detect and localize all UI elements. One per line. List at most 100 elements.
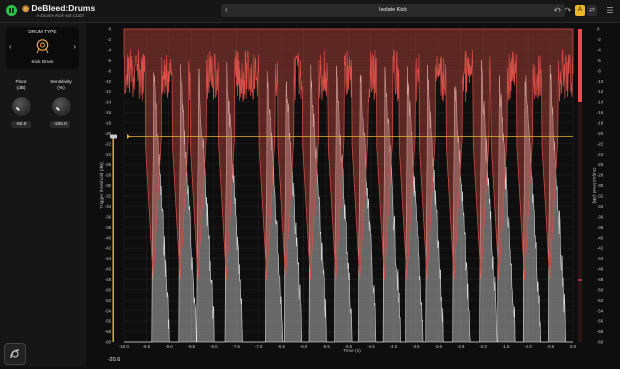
right-axis-tick-label: -22 xyxy=(597,141,604,146)
right-axis-tick-label: -18 xyxy=(597,121,604,126)
redo-icon[interactable]: ↷ xyxy=(563,5,573,16)
time-axis-tick-label: -9.0 xyxy=(165,344,173,349)
right-axis-tick-label: -26 xyxy=(597,162,604,167)
right-axis-tick-label: -54 xyxy=(597,308,604,313)
left-axis-tick-label: -2 xyxy=(107,37,111,42)
time-axis-tick-label: -7.0 xyxy=(255,344,263,349)
left-axis-tick-label: -14 xyxy=(105,100,112,105)
right-axis-label: Output level (dB) xyxy=(591,168,597,204)
drum-type-title: DRUM TYPE xyxy=(28,30,57,35)
right-axis-tick-label: -2 xyxy=(597,37,601,42)
left-axis-tick-label: -36 xyxy=(105,214,112,219)
time-axis-tick-label: -9.5 xyxy=(143,344,151,349)
ab-copy-icon[interactable]: ⇄ xyxy=(587,5,597,16)
file-name: A-Drums-Kick-sot-CUDI xyxy=(36,13,84,18)
drum-type-value: Kick Drum xyxy=(31,60,54,65)
right-axis-tick-label: -48 xyxy=(597,277,604,282)
left-axis-tick-label: -44 xyxy=(105,256,112,261)
sensitivity-unit: (%) xyxy=(57,86,65,91)
output-meter xyxy=(578,29,582,103)
time-axis-tick-label: -4.0 xyxy=(390,344,398,349)
floor-unit: (dB) xyxy=(16,86,26,91)
time-axis-tick-label: -10.0 xyxy=(119,344,129,349)
time-axis-tick-label: -8.5 xyxy=(188,344,196,349)
preset-selector[interactable]: ‹ Isolate Kick › xyxy=(221,4,565,17)
left-axis-tick-label: -42 xyxy=(105,246,112,251)
right-axis-tick-label: -20 xyxy=(597,131,604,136)
right-axis-tick-label: -36 xyxy=(597,214,604,219)
menu-icon[interactable]: ☰ xyxy=(605,5,615,16)
right-axis-tick-label: -34 xyxy=(597,204,604,209)
undo-icon[interactable]: ↶ xyxy=(552,5,562,16)
left-axis-tick-label: -28 xyxy=(105,173,112,178)
time-axis-tick-label: -2.5 xyxy=(457,344,465,349)
right-axis-tick-label: -4 xyxy=(597,47,601,52)
right-axis-tick-label: -28 xyxy=(597,173,604,178)
left-axis-tick-label: -38 xyxy=(105,225,112,230)
drum-icon: ◉ xyxy=(22,3,30,13)
left-axis-tick-label: -10 xyxy=(105,79,112,84)
kick-drum-icon xyxy=(36,39,49,54)
left-axis-tick-label: -26 xyxy=(105,162,112,167)
time-axis-tick-label: -4.5 xyxy=(367,344,375,349)
left-axis-tick-label: -4 xyxy=(107,47,111,52)
left-axis-tick-label: -22 xyxy=(105,141,112,146)
left-axis-tick-label: -54 xyxy=(105,308,112,313)
left-axis-tick-label: -40 xyxy=(105,235,112,240)
left-axis-tick-label: -30 xyxy=(105,183,112,188)
drum-type-next-icon[interactable]: › xyxy=(73,42,76,51)
right-axis-tick-label: -56 xyxy=(597,319,604,324)
right-axis-tick-label: -58 xyxy=(597,329,604,334)
output-peak-marker xyxy=(578,279,582,281)
plugin-name: DeBleed:Drums xyxy=(31,3,96,13)
time-axis-tick-label: -5.5 xyxy=(322,344,330,349)
right-axis-tick-label: -16 xyxy=(597,110,604,115)
time-axis-tick-label: -1.5 xyxy=(502,344,510,349)
right-axis-tick-label: -38 xyxy=(597,225,604,230)
left-axis-tick-label: -12 xyxy=(105,89,112,94)
right-axis-tick-label: -6 xyxy=(597,58,601,63)
left-axis-tick-label: -58 xyxy=(105,329,112,334)
sensitivity-value-field[interactable]: -100.0 xyxy=(50,121,70,128)
sidebar xyxy=(0,23,87,367)
time-axis-tick-label: -3.5 xyxy=(412,344,420,349)
preset-name: Isolate Kick xyxy=(378,7,408,13)
left-axis-tick-label: -6 xyxy=(107,58,111,63)
left-axis-tick-label: -16 xyxy=(105,110,112,115)
right-axis-tick-label: -12 xyxy=(597,89,604,94)
threshold-readout: -20.6 xyxy=(108,357,121,363)
right-axis-tick-label: -50 xyxy=(597,287,604,292)
right-axis-tick-label: -42 xyxy=(597,246,604,251)
waveform-graph[interactable]: 0-2-4-6-8-10-12-14-16-18-20-22-24-26-28-… xyxy=(86,23,620,367)
top-bar: ◉ DeBleed:Drums A-Drums-Kick-sot-CUDI ‹ I… xyxy=(0,0,620,23)
resize-grip-icon xyxy=(10,349,20,359)
left-axis-tick-label: -46 xyxy=(105,267,112,272)
time-axis-tick-label: -6.5 xyxy=(277,344,285,349)
left-axis-tick-label: -8 xyxy=(107,68,111,73)
floor-label: Floor xyxy=(15,80,27,85)
threshold-level-bar[interactable] xyxy=(112,136,114,342)
threshold-slider-handle[interactable] xyxy=(110,134,117,139)
left-axis-tick-label: -18 xyxy=(105,121,112,126)
right-axis-tick-label: -44 xyxy=(597,256,604,261)
right-axis-tick-label: -52 xyxy=(597,298,604,303)
left-axis-tick-label: -50 xyxy=(105,287,112,292)
plugin-logo-icon[interactable] xyxy=(6,5,17,16)
right-axis-tick-label: -46 xyxy=(597,267,604,272)
right-axis-tick-label: -30 xyxy=(597,183,604,188)
time-axis-tick-label: -2.0 xyxy=(479,344,487,349)
left-axis-label: Trigger threshold (dB) xyxy=(99,162,105,209)
sensitivity-label: Sensitivity xyxy=(50,80,72,85)
time-axis-tick-label: -1.0 xyxy=(524,344,532,349)
left-axis-tick-label: -24 xyxy=(105,152,112,157)
right-axis-tick-label: -24 xyxy=(597,152,604,157)
floor-knob[interactable] xyxy=(11,96,32,117)
ab-a-button[interactable]: A xyxy=(575,5,585,16)
right-axis-tick-label: -10 xyxy=(597,79,604,84)
drum-type-prev-icon[interactable]: ‹ xyxy=(9,42,12,51)
resize-corner-icon[interactable] xyxy=(4,343,26,365)
sensitivity-knob[interactable] xyxy=(51,96,72,117)
right-axis-tick-label: -8 xyxy=(597,68,601,73)
floor-value-field[interactable]: -60.0 xyxy=(11,121,31,128)
right-axis-tick-label: -60 xyxy=(597,340,604,345)
